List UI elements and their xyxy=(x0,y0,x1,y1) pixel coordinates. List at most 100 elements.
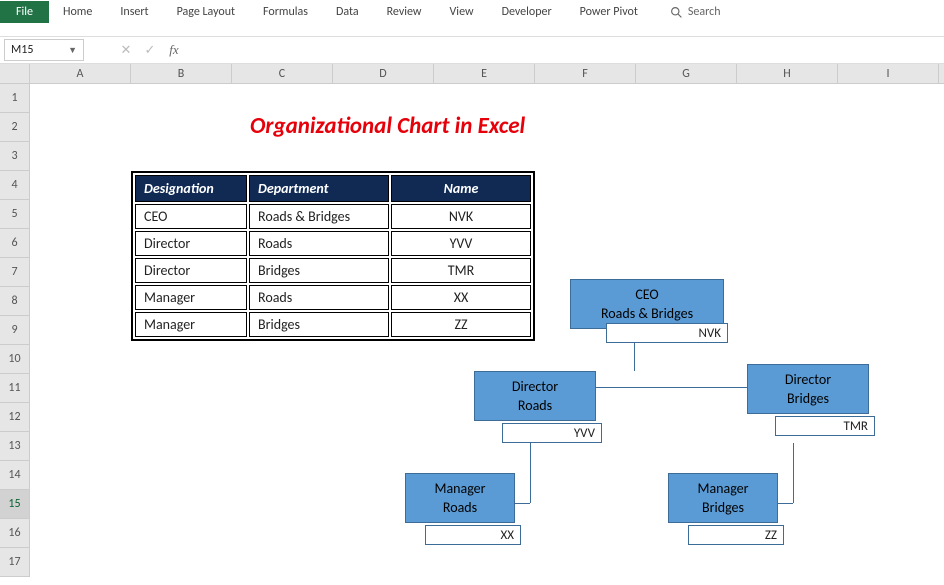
search-icon xyxy=(670,6,683,19)
table-row: CEO Roads & Bridges NVK xyxy=(135,204,531,229)
cell-area[interactable]: Organizational Chart in Excel Designatio… xyxy=(30,84,944,577)
table-cell[interactable]: ZZ xyxy=(391,312,531,337)
formula-bar: M15 ▼ ✕ ✓ fx xyxy=(0,36,944,64)
row-header[interactable]: 16 xyxy=(0,519,30,548)
org-name-label[interactable]: XX xyxy=(425,525,521,545)
table-row: Director Bridges TMR xyxy=(135,258,531,283)
column-header[interactable]: I xyxy=(838,64,939,83)
table-cell[interactable]: Director xyxy=(135,258,247,283)
row-header[interactable]: 12 xyxy=(0,403,30,432)
column-header[interactable]: B xyxy=(131,64,232,83)
org-title: Director xyxy=(752,371,864,389)
ribbon: File Home Insert Page Layout Formulas Da… xyxy=(0,0,944,24)
table-header: Department xyxy=(249,175,389,202)
org-name-label[interactable]: NVK xyxy=(606,323,728,343)
table-header: Name xyxy=(391,175,531,202)
connector xyxy=(793,443,794,503)
org-dept: Bridges xyxy=(673,498,773,518)
table-cell[interactable]: Bridges xyxy=(249,258,389,283)
row-header[interactable]: 11 xyxy=(0,374,30,403)
table-row: Director Roads YVV xyxy=(135,231,531,256)
data-table: Designation Department Name CEO Roads & … xyxy=(131,171,535,341)
fx-icon[interactable]: fx xyxy=(162,42,186,58)
tab-developer[interactable]: Developer xyxy=(488,1,566,23)
table-cell[interactable]: YVV xyxy=(391,231,531,256)
row-header[interactable]: 17 xyxy=(0,548,30,577)
table-cell[interactable]: Bridges xyxy=(249,312,389,337)
table-cell[interactable]: Roads & Bridges xyxy=(249,204,389,229)
org-dept: Roads xyxy=(479,396,591,416)
table-cell[interactable]: CEO xyxy=(135,204,247,229)
org-title: Manager xyxy=(410,480,510,498)
select-all-corner[interactable] xyxy=(0,64,30,83)
column-header[interactable]: G xyxy=(636,64,737,83)
row-header[interactable]: 9 xyxy=(0,316,30,345)
tab-file[interactable]: File xyxy=(0,1,49,23)
worksheet-grid: A B C D E F G H I 1 2 3 4 5 6 7 8 9 10 1… xyxy=(0,64,944,577)
row-header[interactable]: 3 xyxy=(0,142,30,171)
tab-home[interactable]: Home xyxy=(49,1,106,23)
org-node-director[interactable]: Director Bridges xyxy=(747,364,869,414)
row-header[interactable]: 6 xyxy=(0,229,30,258)
table-row: Manager Bridges ZZ xyxy=(135,312,531,337)
org-title: CEO xyxy=(575,286,719,304)
tab-page-layout[interactable]: Page Layout xyxy=(163,1,249,23)
table-cell[interactable]: Manager xyxy=(135,312,247,337)
org-dept: Roads xyxy=(410,498,510,518)
column-header[interactable]: F xyxy=(535,64,636,83)
table-header: Designation xyxy=(135,175,247,202)
tab-review[interactable]: Review xyxy=(373,1,436,23)
tab-data[interactable]: Data xyxy=(322,1,373,23)
row-header[interactable]: 2 xyxy=(0,113,30,142)
org-title: Manager xyxy=(673,480,773,498)
row-header[interactable]: 1 xyxy=(0,84,30,113)
column-header[interactable]: H xyxy=(737,64,838,83)
cancel-formula-icon: ✕ xyxy=(114,43,138,58)
table-cell[interactable]: Manager xyxy=(135,285,247,310)
chevron-down-icon[interactable]: ▼ xyxy=(68,45,77,56)
search-label: Search xyxy=(688,5,721,19)
org-node-manager[interactable]: Manager Roads xyxy=(405,473,515,523)
enter-formula-icon: ✓ xyxy=(138,43,162,58)
row-headers: 1 2 3 4 5 6 7 8 9 10 11 12 13 14 15 16 1… xyxy=(0,84,30,577)
column-header[interactable]: D xyxy=(333,64,434,83)
column-header[interactable]: C xyxy=(232,64,333,83)
row-header[interactable]: 7 xyxy=(0,258,30,287)
row-header[interactable]: 10 xyxy=(0,345,30,374)
org-node-ceo[interactable]: CEO Roads & Bridges xyxy=(570,279,724,329)
row-header[interactable]: 14 xyxy=(0,461,30,490)
table-cell[interactable]: Roads xyxy=(249,231,389,256)
column-header[interactable]: E xyxy=(434,64,535,83)
table-cell[interactable]: Director xyxy=(135,231,247,256)
tab-power-pivot[interactable]: Power Pivot xyxy=(566,1,652,23)
table-cell[interactable]: XX xyxy=(391,285,531,310)
connector xyxy=(530,443,531,503)
org-dept: Bridges xyxy=(752,389,864,409)
table-row: Manager Roads XX xyxy=(135,285,531,310)
table-header-row: Designation Department Name xyxy=(135,175,531,202)
row-header[interactable]: 15 xyxy=(0,490,30,519)
name-box-value: M15 xyxy=(11,43,33,57)
org-dept: Roads & Bridges xyxy=(575,304,719,324)
row-header[interactable]: 8 xyxy=(0,287,30,316)
tab-view[interactable]: View xyxy=(436,1,488,23)
tab-formulas[interactable]: Formulas xyxy=(249,1,322,23)
row-header[interactable]: 4 xyxy=(0,171,30,200)
table-cell[interactable]: Roads xyxy=(249,285,389,310)
search-box[interactable]: Search xyxy=(652,5,721,19)
column-header[interactable]: A xyxy=(30,64,131,83)
org-title: Director xyxy=(479,378,591,396)
column-headers: A B C D E F G H I xyxy=(0,64,944,84)
org-node-director[interactable]: Director Roads xyxy=(474,371,596,421)
org-name-label[interactable]: ZZ xyxy=(688,525,784,545)
tab-insert[interactable]: Insert xyxy=(106,1,162,23)
org-name-label[interactable]: TMR xyxy=(775,416,875,436)
org-name-label[interactable]: YVV xyxy=(502,423,602,443)
page-title: Organizational Chart in Excel xyxy=(250,112,525,140)
table-cell[interactable]: TMR xyxy=(391,258,531,283)
name-box[interactable]: M15 ▼ xyxy=(4,39,84,61)
org-node-manager[interactable]: Manager Bridges xyxy=(668,473,778,523)
row-header[interactable]: 13 xyxy=(0,432,30,461)
table-cell[interactable]: NVK xyxy=(391,204,531,229)
row-header[interactable]: 5 xyxy=(0,200,30,229)
